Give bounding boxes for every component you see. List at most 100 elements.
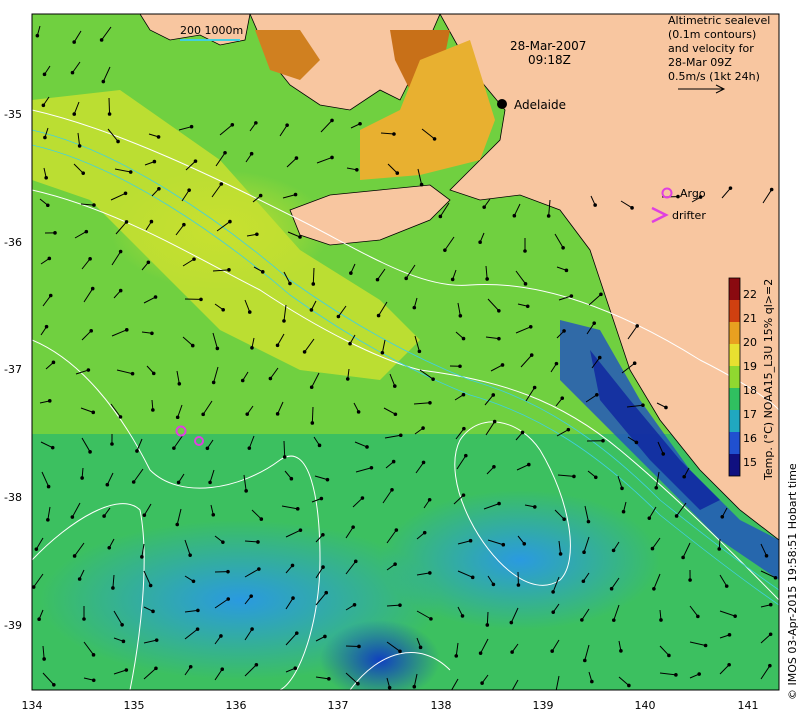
velocity-arrow-head	[611, 548, 616, 553]
velocity-arrow-head	[522, 541, 527, 546]
velocity-arrow-head	[249, 594, 254, 598]
velocity-arrow-head	[105, 482, 110, 487]
velocity-arrow-head	[620, 486, 624, 491]
velocity-arrow-head	[220, 667, 225, 672]
velocity-arrow-head	[193, 159, 198, 163]
velocity-arrow-head	[554, 361, 559, 366]
velocity-arrow-head	[70, 70, 75, 75]
velocity-arrow-head	[478, 651, 483, 655]
velocity-arrow-head	[118, 249, 123, 254]
velocity-arrow-head	[285, 123, 289, 127]
velocity-arrow-head	[676, 194, 680, 199]
velocity-arrow-head	[90, 286, 95, 291]
velocity-arrow-head	[43, 135, 47, 140]
velocity-arrow-head	[380, 350, 385, 355]
velocity-arrow-head	[525, 304, 530, 309]
velocity-arrow-head	[151, 609, 155, 614]
velocity-arrow-head	[592, 321, 597, 325]
velocity-arrow-head	[293, 666, 298, 671]
velocity-arrow-head	[298, 528, 303, 532]
velocity-arrow-head	[529, 353, 534, 357]
velocity-arrow-head	[365, 445, 369, 449]
velocity-arrow-head	[635, 324, 639, 328]
velocity-arrow-head	[398, 649, 402, 654]
velocity-arrow-head	[82, 617, 86, 621]
velocity-arrow-head	[634, 440, 639, 445]
y-tick--36: -36	[4, 236, 22, 249]
colorbar-seg-21	[729, 300, 740, 322]
velocity-arrow-head	[309, 308, 314, 312]
velocity-arrow-head	[321, 565, 325, 569]
velocity-arrow-head	[124, 328, 129, 332]
velocity-arrow-head	[421, 460, 426, 465]
velocity-arrow-head	[417, 349, 422, 354]
velocity-arrow-head	[86, 368, 91, 372]
velocity-arrow-head	[485, 277, 489, 281]
velocity-arrow-head	[720, 515, 725, 519]
velocity-arrow	[283, 440, 286, 458]
velocity-arrow-head	[47, 399, 52, 403]
colorbar-seg-19	[729, 344, 740, 366]
velocity-arrow-head	[196, 608, 200, 613]
velocity-arrow-head	[46, 484, 51, 489]
velocity-arrow-head	[128, 170, 133, 174]
y-tick--39: -39	[4, 619, 22, 632]
velocity-arrow-head	[661, 452, 666, 456]
velocity-arrow-head	[34, 547, 39, 551]
velocity-arrow-head	[532, 385, 537, 390]
velocity-arrow-head	[492, 464, 496, 469]
velocity-arrow-head	[311, 282, 316, 286]
velocity-arrow-head	[355, 168, 359, 172]
adelaide-marker[interactable]	[497, 99, 507, 109]
velocity-arrow-head	[288, 281, 292, 286]
velocity-arrow-head	[135, 449, 139, 453]
velocity-arrow-head	[330, 155, 334, 160]
velocity-arrow-head	[44, 324, 49, 329]
velocity-arrow-head	[140, 555, 144, 559]
velocity-arrow	[311, 406, 314, 424]
velocity-arrow-head	[595, 393, 599, 397]
velocity-arrow-head	[91, 410, 96, 415]
velocity-arrow-head	[295, 507, 300, 511]
x-tick-138: 138	[431, 699, 452, 712]
velocity-arrow-head	[491, 393, 496, 397]
velocity-arrow-head	[458, 313, 463, 318]
velocity-arrow-head	[195, 627, 200, 631]
velocity-arrow-head	[460, 614, 465, 618]
velocity-arrow-head	[323, 634, 327, 639]
velocity-arrow-head	[461, 336, 466, 341]
velocity-arrow-head	[768, 632, 773, 637]
velocity-arrow-head	[219, 634, 223, 638]
velocity-arrow-head	[421, 426, 425, 430]
velocity-arrow-head	[569, 294, 574, 298]
velocity-arrow-head	[590, 679, 594, 684]
velocity-arrow-head	[422, 530, 427, 535]
velocity-arrow-head	[733, 614, 737, 618]
velocity-arrow-head	[555, 689, 557, 690]
velocity-arrow-head	[157, 186, 161, 191]
y-tick--35: -35	[4, 108, 22, 121]
velocity-arrow-head	[566, 427, 571, 432]
velocity-arrow-head	[601, 438, 605, 443]
velocity-arrow-head	[497, 336, 501, 341]
velocity-arrow-head	[581, 579, 586, 584]
x-tick-139: 139	[533, 699, 554, 712]
y-axis: -35 -36 -37 -38 -39	[4, 108, 22, 632]
velocity-arrow-head	[358, 121, 362, 126]
velocity-arrow-head	[404, 276, 408, 281]
velocity-arrow-head	[221, 307, 225, 312]
velocity-arrow-head	[418, 645, 423, 650]
velocity-arrow-head	[228, 219, 232, 224]
velocity-arrow-head	[674, 673, 678, 677]
velocity-arrow-head	[221, 540, 225, 544]
velocity-arrow-head	[478, 240, 482, 245]
velocity-arrow-head	[290, 563, 295, 568]
velocity-arrow-head	[546, 214, 551, 218]
velocity-arrow-head	[391, 459, 396, 464]
velocity-arrow-head	[289, 476, 294, 481]
velocity-arrow-head	[630, 206, 634, 210]
velocity-arrow-head	[528, 324, 533, 329]
velocity-arrow-head	[118, 415, 123, 419]
velocity-arrow-head	[572, 474, 576, 479]
colorbar-seg-16	[729, 410, 740, 432]
